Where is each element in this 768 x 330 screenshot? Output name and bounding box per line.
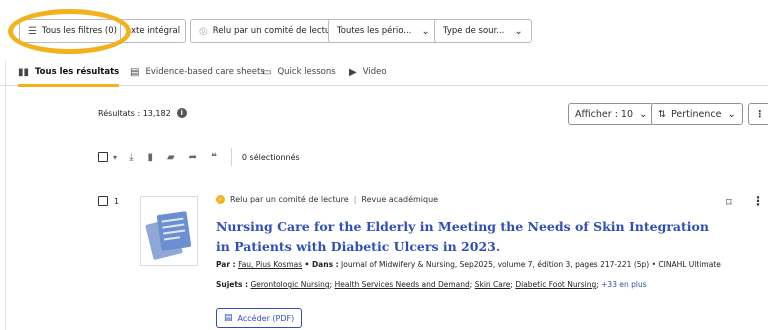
download-icon[interactable]: ⤓	[129, 152, 133, 163]
tab-label: Tous les résultats	[35, 67, 120, 77]
select-all-checkbox[interactable]	[98, 152, 108, 162]
result-number-label: 1	[114, 196, 120, 206]
filter-bar: ☰ Tous les filtres (0) xte intégral ◎ Re…	[0, 0, 768, 60]
bookmark-icon[interactable]: ⌑	[726, 196, 732, 209]
chevron-down-icon: ⌄	[727, 108, 736, 120]
kebab-icon[interactable]: ⋮	[752, 194, 764, 208]
source-text: Journal of Midwifery & Nursing, Sep2025,…	[341, 260, 721, 269]
peer-reviewed-text: Relu par un comité de lecture	[230, 195, 349, 204]
check-circle-icon: ◎	[199, 25, 208, 37]
page-size-select[interactable]: Afficher : 10 ⌄	[568, 103, 655, 125]
tab-all-results[interactable]: ▮▮ Tous les résultats	[18, 58, 120, 87]
tab-label: Quick lessons	[277, 67, 336, 77]
left-border	[5, 58, 6, 330]
chevron-down-icon: ⌄	[421, 25, 430, 37]
peer-reviewed-label: Relu par un comité de lecture	[212, 26, 339, 36]
document-thumbnail-icon	[145, 211, 192, 260]
tab-quick-lessons[interactable]: ▭ Quick lessons	[262, 58, 336, 86]
tab-care-sheets[interactable]: ▤ Evidence-based care sheets	[130, 58, 265, 86]
author-link[interactable]: Fau, Pius Kosmas	[238, 260, 302, 269]
results-count-label: Résultats : 13,182	[98, 108, 171, 118]
subjects-prefix: Sujets :	[216, 280, 249, 289]
chevron-down-icon: ⌄	[639, 108, 648, 120]
selected-count: 0 sélectionnés	[241, 152, 300, 162]
full-text-label: xte intégral	[131, 26, 181, 36]
sort-label: Pertinence	[670, 108, 722, 120]
source-type-dropdown[interactable]: Type de sour... ⌄	[434, 19, 532, 43]
tab-label: Evidence-based care sheets	[145, 67, 265, 77]
all-periods-label: Toutes les pério...	[337, 26, 412, 36]
access-pdf-button[interactable]: ▤ Accéder (PDF)	[216, 308, 303, 328]
bookmark-icon[interactable]: ▮	[147, 152, 153, 163]
result-meta: ✓ Relu par un comité de lecture | Revue …	[216, 195, 438, 204]
peer-reviewed-toggle[interactable]: ◎ Relu par un comité de lecture	[190, 19, 348, 43]
more-subjects-link[interactable]: +33 en plus	[601, 280, 646, 289]
filter-icon: ☰	[28, 25, 37, 37]
subject-link[interactable]: Skin Care	[475, 280, 511, 289]
sort-select[interactable]: ⇅ Pertinence ⌄	[651, 103, 743, 125]
screen-icon: ▭	[262, 66, 272, 78]
caret-down-icon[interactable]: ▾	[113, 153, 117, 162]
subject-link[interactable]: Health Services Needs and Demand	[335, 280, 470, 289]
all-filters-button[interactable]: ☰ Tous les filtres (0)	[19, 19, 126, 43]
subject-link[interactable]: Diabetic Foot Nursing	[515, 280, 596, 289]
results-count: Résultats : 13,182 i	[98, 108, 187, 118]
full-text-toggle[interactable]: xte intégral	[120, 19, 186, 43]
result-number: 1	[98, 196, 119, 206]
result-thumbnail[interactable]	[140, 196, 198, 266]
result-checkbox[interactable]	[98, 196, 108, 206]
pdf-icon: ▤	[224, 313, 233, 323]
result-subjects: Sujets : Gerontologic Nursing; Health Se…	[216, 280, 647, 289]
in-prefix: • Dans :	[304, 260, 339, 269]
folder-icon[interactable]: ▰	[167, 152, 175, 163]
source-type-label: Type de sour...	[443, 26, 505, 36]
peer-reviewed-icon: ✓	[216, 195, 225, 204]
page-size-label: Afficher : 10	[575, 108, 634, 120]
share-icon[interactable]: ➦	[189, 152, 197, 163]
meta-divider: |	[353, 195, 357, 204]
tab-video[interactable]: ▶ Video	[349, 58, 387, 86]
result-title-link[interactable]: Nursing Care for the Elderly in Meeting …	[216, 217, 716, 257]
toolbar-divider	[230, 148, 232, 166]
by-prefix: Par :	[216, 260, 236, 269]
result-tabs: ▮▮ Tous les résultats ▤ Evidence-based c…	[0, 58, 768, 87]
subject-link[interactable]: Gerontologic Nursing	[250, 280, 329, 289]
info-icon[interactable]: i	[176, 108, 187, 118]
bulk-toolbar: ▾ ⤓ ▮ ▰ ➦ ❝ 0 sélectionnés	[98, 146, 300, 168]
book-icon: ▮▮	[18, 66, 30, 78]
access-pdf-label: Accéder (PDF)	[237, 313, 295, 323]
sort-icon: ⇅	[658, 108, 666, 120]
document-icon: ▤	[130, 66, 140, 78]
result-byline: Par : Fau, Pius Kosmas • Dans : Journal …	[216, 260, 721, 269]
all-filters-label: Tous les filtres (0)	[41, 26, 117, 36]
all-periods-dropdown[interactable]: Toutes les pério... ⌄	[328, 19, 439, 43]
play-icon: ▶	[349, 66, 357, 78]
journal-type: Revue académique	[361, 195, 439, 204]
chevron-down-icon: ⌄	[514, 25, 523, 37]
tab-label: Video	[362, 67, 387, 77]
kebab-icon: ⋮	[755, 108, 765, 120]
more-options-button[interactable]: ⋮	[748, 103, 768, 125]
cite-icon[interactable]: ❝	[211, 152, 217, 163]
